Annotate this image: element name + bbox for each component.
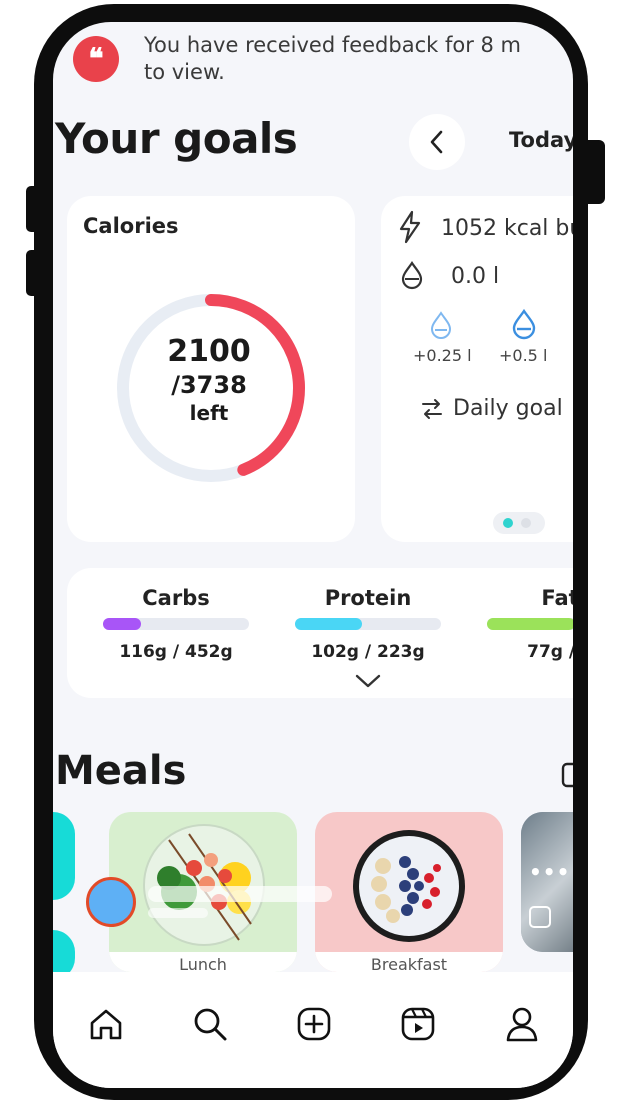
activity-card[interactable]: 1052 kcal bu 0.0 l +0.25 l +0.5 l Daily xyxy=(381,196,573,542)
reels-icon[interactable] xyxy=(398,1004,438,1044)
breakfast-food-image xyxy=(353,830,465,942)
search-icon[interactable] xyxy=(190,1004,230,1044)
more-options-icon[interactable]: ••• xyxy=(529,860,570,884)
water-drop-icon xyxy=(512,308,536,340)
macro-carbs-name: Carbs xyxy=(142,586,210,610)
water-drop-light-icon xyxy=(430,311,452,339)
meal-card-partial[interactable] xyxy=(53,812,75,900)
calories-remaining: 2100 /3738 left xyxy=(109,334,309,425)
volume-up-button xyxy=(26,186,40,232)
meal-label-breakfast: Breakfast xyxy=(315,952,503,972)
chevron-left-icon xyxy=(430,130,443,154)
select-checkbox[interactable] xyxy=(529,906,551,928)
app-screen: ❝ You have received feedback for 8 m to … xyxy=(53,22,573,1088)
macro-fat-value: 77g / 1 xyxy=(527,642,573,662)
calories-remaining-value: 2100 xyxy=(167,334,251,369)
page-indicator[interactable] xyxy=(493,512,545,534)
calories-burned: 1052 kcal bu xyxy=(441,216,573,241)
goals-title: Your goals xyxy=(55,114,298,163)
calories-total-value: /3738 xyxy=(171,371,247,399)
bottom-nav xyxy=(53,972,573,1088)
day-label[interactable]: Today xyxy=(509,128,573,152)
profile-icon[interactable] xyxy=(502,1004,542,1044)
macro-protein-name: Protein xyxy=(324,586,412,610)
macro-protein-fill xyxy=(295,618,362,630)
meal-card-breakfast[interactable]: Breakfast xyxy=(315,812,503,972)
water-large-label: +0.5 l xyxy=(499,346,548,365)
macro-carbs-bar xyxy=(103,618,249,630)
water-amount: 0.0 l xyxy=(451,264,500,289)
story-progress-bar-secondary xyxy=(148,908,208,918)
add-icon[interactable] xyxy=(294,1004,334,1044)
chevron-down-icon[interactable] xyxy=(353,672,383,690)
macro-protein-bar xyxy=(295,618,441,630)
macro-carbs-value: 116g / 452g xyxy=(119,642,233,662)
volume-down-button xyxy=(26,250,40,296)
daily-goal-label: Daily goal xyxy=(453,396,563,421)
home-icon[interactable] xyxy=(86,1004,126,1044)
story-progress-bar xyxy=(148,886,332,902)
page-dot xyxy=(521,518,531,528)
quote-icon: ❝ xyxy=(73,36,119,82)
swap-icon xyxy=(422,399,442,419)
macro-fat-name: Fat xyxy=(541,586,573,610)
water-small-label: +0.25 l xyxy=(413,346,472,365)
meal-label-lunch: Lunch xyxy=(109,952,297,972)
macro-fat-fill xyxy=(487,618,573,630)
page-dot-active xyxy=(503,518,513,528)
calories-left-label: left xyxy=(189,401,229,425)
macro-carbs-fill xyxy=(103,618,141,630)
meals-action-icon[interactable] xyxy=(559,758,573,790)
water-drop-icon xyxy=(401,261,423,290)
calories-label: Calories xyxy=(83,214,179,238)
macros-card[interactable]: Carbs 116g / 452g Protein 102g / 223g Fa… xyxy=(67,568,573,698)
meals-title: Meals xyxy=(55,748,187,794)
avatar[interactable] xyxy=(86,877,136,927)
notification-text: You have received feedback for 8 m to vi… xyxy=(144,33,522,84)
macro-fat-bar xyxy=(487,618,573,630)
calories-card[interactable]: Calories 2100 /3738 left xyxy=(67,196,355,542)
meal-card-partial-right[interactable]: ••• xyxy=(521,812,573,952)
lunch-food-image xyxy=(143,824,265,946)
power-button xyxy=(587,140,605,204)
macro-protein-value: 102g / 223g xyxy=(311,642,425,662)
previous-day-button[interactable] xyxy=(409,114,465,170)
lightning-icon xyxy=(399,210,421,244)
